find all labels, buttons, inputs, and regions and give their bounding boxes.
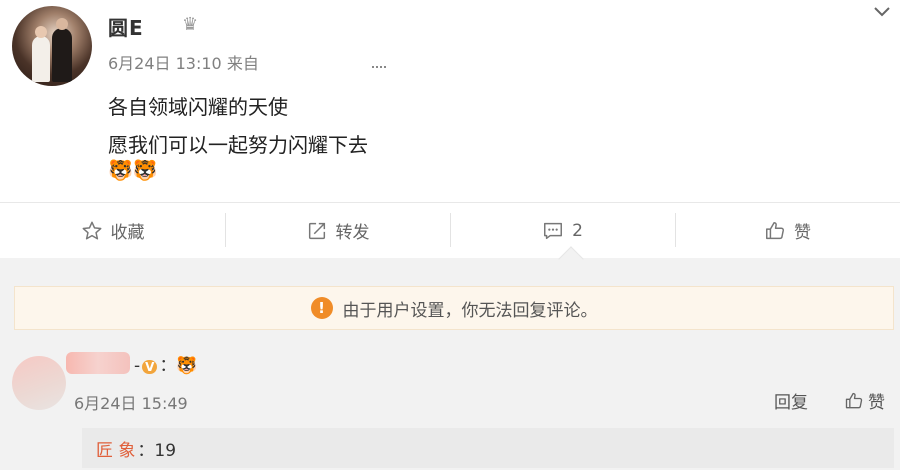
post-emojis: 🐯🐯 [108,158,158,182]
sub-reply[interactable]: 匠 象 ：19 [82,428,894,468]
author-avatar[interactable] [12,6,92,86]
repost-button[interactable]: 转发 [225,203,450,258]
like-button[interactable]: 赞 [675,203,900,258]
commenter-avatar[interactable] [12,356,66,410]
comment-item: - V ：🐯 6月24日 15:49 回复 赞 匠 象 ：19 [0,342,900,470]
commenter-name-redacted[interactable] [66,352,130,374]
post-meta: 6月24日 13:10 来自 [108,50,259,74]
chevron-down-icon[interactable] [872,2,892,22]
warning-icon: ! [310,297,333,319]
comment-text: - V ：🐯 [134,355,198,376]
comment-like-button[interactable]: 赞 [844,388,885,413]
post-action-bar: 收藏 转发 2 赞 [0,202,900,258]
thumbs-up-icon [766,221,784,239]
post-line: 各自领域闪耀的天使 [108,95,288,119]
favorite-button[interactable]: 收藏 [0,203,225,258]
crown-icon: ♛ [182,14,199,35]
share-icon [308,222,325,239]
comment-icon [544,222,563,239]
favorite-label: 收藏 [110,223,145,243]
sub-reply-text: ：19 [137,440,177,461]
star-outline-icon [82,221,101,240]
post-source-prefix: 来自 [226,54,259,73]
comment-timestamp: 6月24日 15:49 [74,394,188,413]
comment-button[interactable]: 2 [450,203,675,258]
author-name[interactable]: 圆E [108,12,144,41]
sub-reply-user[interactable]: 匠 象 [96,436,135,461]
weibo-post: 圆E ♛ 6月24日 13:10 来自 各自领域闪耀的天使 愿我们可以一起努力闪… [0,0,900,258]
notice-text: 由于用户设置，你无法回复评论。 [342,300,598,321]
commenter-name-row: - V ：🐯 [66,350,198,376]
reply-restriction-notice: ! 由于用户设置，你无法回复评论。 [14,286,894,330]
repost-label: 转发 [335,223,370,243]
thumbs-up-icon [845,392,863,408]
vip-badge: V [142,359,158,374]
post-timestamp: 6月24日 13:10 [108,54,222,73]
like-label: 赞 [794,223,811,243]
post-content: 各自领域闪耀的天使 愿我们可以一起努力闪耀下去 [108,88,368,164]
redaction-mark [372,66,386,69]
reply-button[interactable]: 回复 [774,388,808,413]
comment-count: 2 [572,220,583,241]
comment-body: ：🐯 [159,355,198,376]
comment-like-label: 赞 [868,393,885,413]
